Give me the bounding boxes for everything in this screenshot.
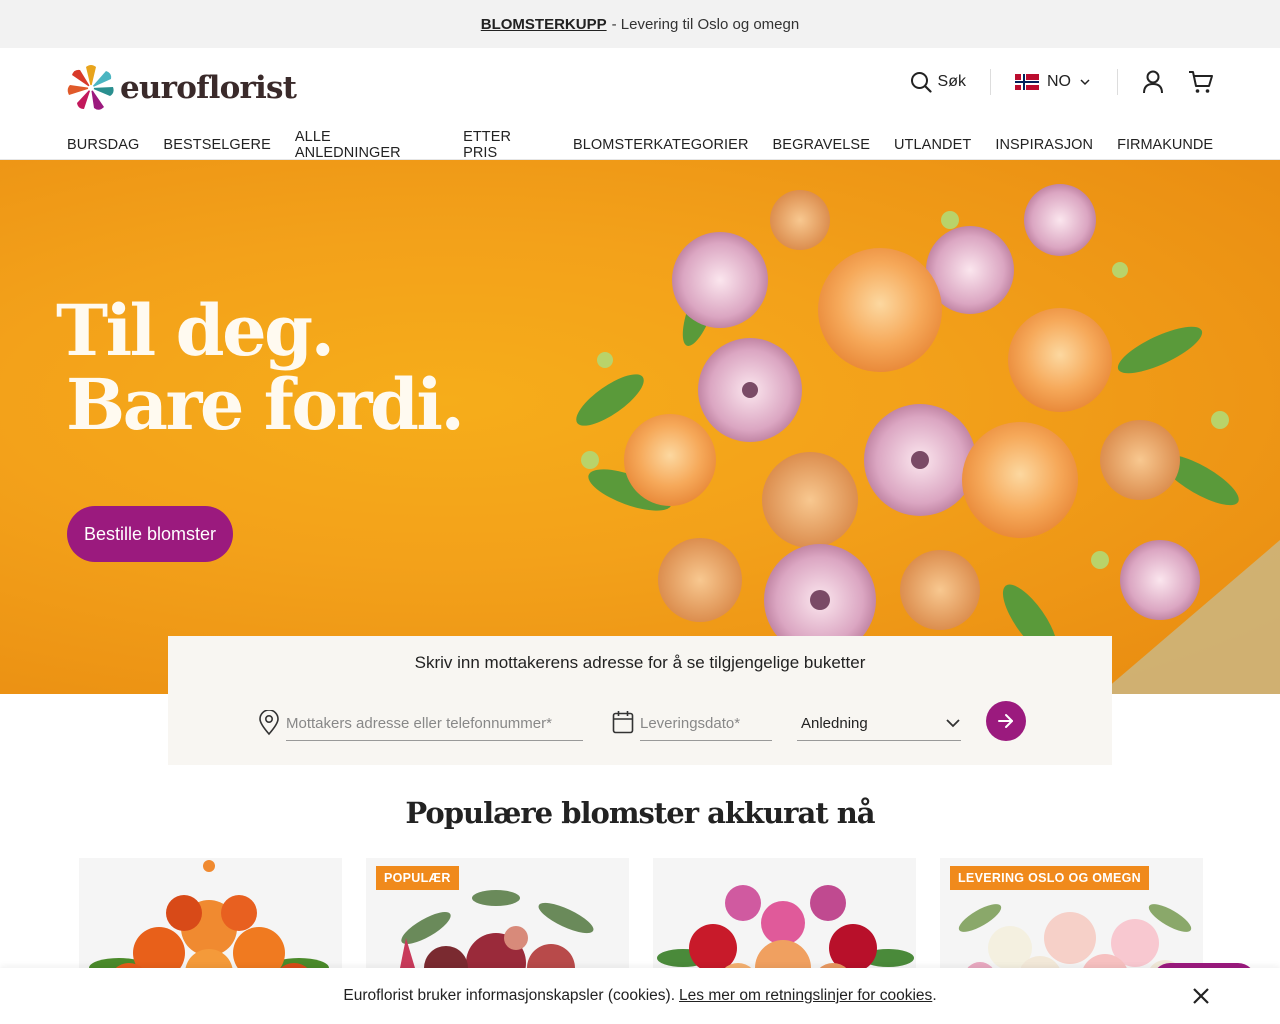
cookie-banner: Euroflorist bruker informasjonskapsler (… (0, 968, 1280, 1024)
occasion-value: Anledning (801, 714, 868, 732)
date-placeholder: Leveringsdato* (640, 714, 741, 732)
search-icon (910, 72, 932, 93)
nav-item-business[interactable]: FIRMAKUNDE (1117, 137, 1213, 153)
nav-item-by-price[interactable]: ETTER PRIS (463, 129, 549, 161)
arrow-right-icon (998, 714, 1013, 728)
nav-item-birthday[interactable]: BURSDAG (67, 137, 139, 153)
chevron-down-icon (1080, 79, 1090, 86)
product-badge: LEVERING OSLO OG OMEGN (950, 866, 1150, 890)
nav-item-occasions[interactable]: ALLE ANLEDNINGER (295, 129, 439, 161)
language-code: NO (1047, 73, 1071, 90)
recipient-address-input[interactable]: Mottakers adresse eller telefonnummer* (286, 706, 583, 741)
product-badge: POPULÆR (376, 866, 459, 890)
hero-banner: Til deg. Bare fordi. Bestille blomster (0, 160, 1280, 694)
hero-title-line1: Til deg. (56, 289, 335, 372)
location-pin-icon (259, 710, 279, 736)
calendar-icon (612, 711, 634, 734)
address-placeholder: Mottakers adresse eller telefonnummer* (286, 714, 552, 732)
nav-item-funeral[interactable]: BEGRAVELSE (773, 137, 870, 153)
cookie-text: Euroflorist bruker informasjonskapsler (… (343, 987, 676, 1004)
account-button[interactable] (1142, 70, 1164, 94)
popular-section-title: Populære blomster akkurat nå (405, 796, 875, 830)
flower-logo-icon (67, 65, 114, 110)
delivery-search-panel: Skriv inn mottakerens adresse for å se t… (168, 636, 1112, 765)
norway-flag-icon (1015, 74, 1039, 90)
main-nav: BURSDAG BESTSELGERE ALLE ANLEDNINGER ETT… (67, 129, 1213, 161)
promo-text: - Levering til Oslo og omegn (611, 15, 800, 33)
language-selector[interactable]: NO (991, 69, 1118, 95)
chevron-down-icon (946, 719, 960, 728)
nav-item-inspiration[interactable]: INSPIRASJON (995, 137, 1093, 153)
header-tools: Søk NO (910, 68, 1214, 96)
hero-title-line2: Bare fordi. (66, 363, 465, 446)
cookie-policy-link[interactable]: Les mer om retningslinjer for cookies (679, 987, 932, 1005)
cart-icon (1189, 71, 1213, 93)
delivery-date-input[interactable]: Leveringsdato* (640, 706, 772, 741)
hero-title: Til deg. Bare fordi. (56, 289, 465, 446)
search-heading: Skriv inn mottakerens adresse for å se t… (414, 653, 866, 672)
nav-item-abroad[interactable]: UTLANDET (894, 137, 971, 153)
site-header: euroflorist Søk NO BURSDAG BESTSELGERE A… (0, 48, 1280, 161)
logo[interactable]: euroflorist (66, 63, 297, 113)
order-flowers-button[interactable]: Bestille blomster (67, 506, 233, 562)
nav-item-bestsellers[interactable]: BESTSELGERE (163, 137, 270, 153)
occasion-select[interactable]: Anledning (797, 706, 961, 741)
cart-button[interactable] (1188, 70, 1214, 94)
bouquet-image (576, 184, 1280, 694)
search-submit-button[interactable] (986, 701, 1026, 741)
search-button[interactable]: Søk (910, 69, 991, 95)
cookie-period: . (932, 987, 937, 1004)
promo-link[interactable]: BLOMSTERKUPP (481, 16, 607, 33)
logo-text: euroflorist (120, 70, 297, 106)
close-icon[interactable] (1192, 987, 1210, 1005)
promo-bar: BLOMSTERKUPP - Levering til Oslo og omeg… (0, 0, 1280, 48)
search-label: Søk (937, 73, 966, 90)
user-icon (1143, 70, 1163, 94)
nav-item-categories[interactable]: BLOMSTERKATEGORIER (573, 137, 749, 153)
